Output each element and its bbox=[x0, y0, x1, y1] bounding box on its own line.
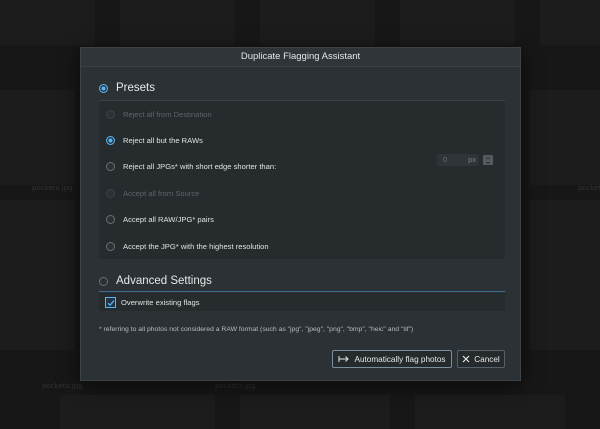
automatically-flag-button[interactable]: Automatically flag photos bbox=[332, 350, 452, 368]
cancel-label: Cancel bbox=[474, 354, 500, 364]
overwrite-flags-label: Overwrite existing flags bbox=[121, 297, 200, 307]
option-reject-all-but-raws[interactable]: Reject all but the RAWs bbox=[106, 133, 203, 147]
option-reject-jpgs-short-edge[interactable]: Reject all JPGs* with short edge shorter… bbox=[106, 159, 276, 173]
checkbox-checked-icon[interactable] bbox=[105, 296, 116, 308]
radio-icon bbox=[99, 276, 108, 286]
px-unit: px bbox=[468, 155, 476, 164]
radio-icon bbox=[106, 109, 115, 119]
px-stepper[interactable] bbox=[483, 155, 493, 165]
radio-icon bbox=[99, 83, 108, 93]
automatically-flag-label: Automatically flag photos bbox=[354, 354, 446, 364]
advanced-settings-radio[interactable]: Advanced Settings bbox=[99, 275, 212, 287]
short-edge-px-field: 0 px bbox=[437, 154, 497, 166]
cancel-button[interactable]: Cancel bbox=[457, 350, 505, 368]
option-label: Accept all from Source bbox=[123, 188, 200, 198]
option-label: Reject all but the RAWs bbox=[123, 135, 203, 145]
radio-icon bbox=[106, 135, 115, 145]
option-label: Accept all RAW/JPG* pairs bbox=[123, 214, 214, 224]
option-accept-raw-jpg-pairs[interactable]: Accept all RAW/JPG* pairs bbox=[106, 212, 214, 226]
dialog-title: Duplicate Flagging Assistant bbox=[81, 48, 520, 67]
option-label: Reject all from Destination bbox=[123, 109, 212, 119]
divider bbox=[99, 291, 505, 292]
advanced-settings-label: Advanced Settings bbox=[116, 275, 212, 287]
presets-radio[interactable]: Presets bbox=[99, 82, 155, 94]
radio-icon bbox=[106, 161, 115, 171]
presets-panel: Reject all from Destination Reject all b… bbox=[99, 100, 505, 259]
px-input[interactable]: 0 px bbox=[437, 154, 479, 166]
radio-icon bbox=[106, 214, 115, 224]
option-reject-all-from-destination: Reject all from Destination bbox=[106, 107, 212, 121]
option-accept-all-from-source: Accept all from Source bbox=[106, 186, 199, 200]
option-label: Reject all JPGs* with short edge shorter… bbox=[123, 161, 277, 171]
close-icon bbox=[462, 355, 470, 363]
presets-label: Presets bbox=[116, 82, 155, 94]
footnote: * referring to all photos not considered… bbox=[99, 326, 414, 333]
radio-icon bbox=[106, 188, 115, 198]
duplicate-flagging-dialog: Duplicate Flagging Assistant Presets Rej… bbox=[80, 47, 521, 381]
option-accept-highest-resolution-jpg[interactable]: Accept the JPG* with the highest resolut… bbox=[106, 239, 269, 253]
px-value: 0 bbox=[443, 155, 448, 164]
option-label: Accept the JPG* with the highest resolut… bbox=[123, 241, 269, 251]
overwrite-flags-checkbox-row[interactable]: Overwrite existing flags bbox=[99, 293, 505, 311]
radio-icon bbox=[106, 241, 115, 251]
arrow-to-bar-icon bbox=[338, 355, 350, 363]
